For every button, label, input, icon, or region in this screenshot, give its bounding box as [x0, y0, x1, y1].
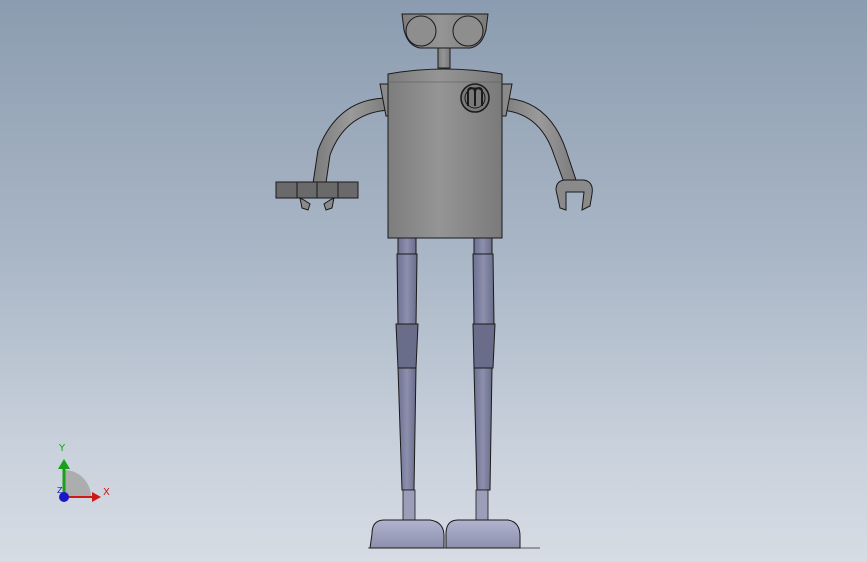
- axis-x-label: X: [103, 487, 110, 498]
- emblem-logo: [460, 83, 490, 113]
- robot-left-arm[interactable]: [275, 83, 391, 211]
- axis-y-label: Y: [59, 443, 66, 454]
- robot-left-foot[interactable]: [369, 519, 445, 549]
- robot-model[interactable]: [0, 0, 867, 562]
- triad-plane: [64, 470, 91, 497]
- robot-torso[interactable]: [387, 68, 503, 239]
- axis-z-label: Z: [57, 486, 63, 495]
- right-knee: [472, 323, 496, 369]
- robot-neck[interactable]: [437, 47, 451, 69]
- right-eye: [452, 15, 484, 47]
- left-eye: [405, 15, 437, 47]
- robot-head[interactable]: [401, 13, 489, 49]
- orientation-triad[interactable]: [58, 459, 101, 502]
- left-knee: [395, 323, 419, 369]
- right-claw[interactable]: [555, 179, 593, 211]
- robot-right-leg[interactable]: [472, 237, 496, 521]
- graphics-viewport[interactable]: Y X Z: [0, 0, 867, 562]
- robot-right-arm[interactable]: [499, 83, 593, 211]
- robot-left-leg[interactable]: [395, 237, 419, 521]
- robot-right-foot[interactable]: [445, 519, 521, 549]
